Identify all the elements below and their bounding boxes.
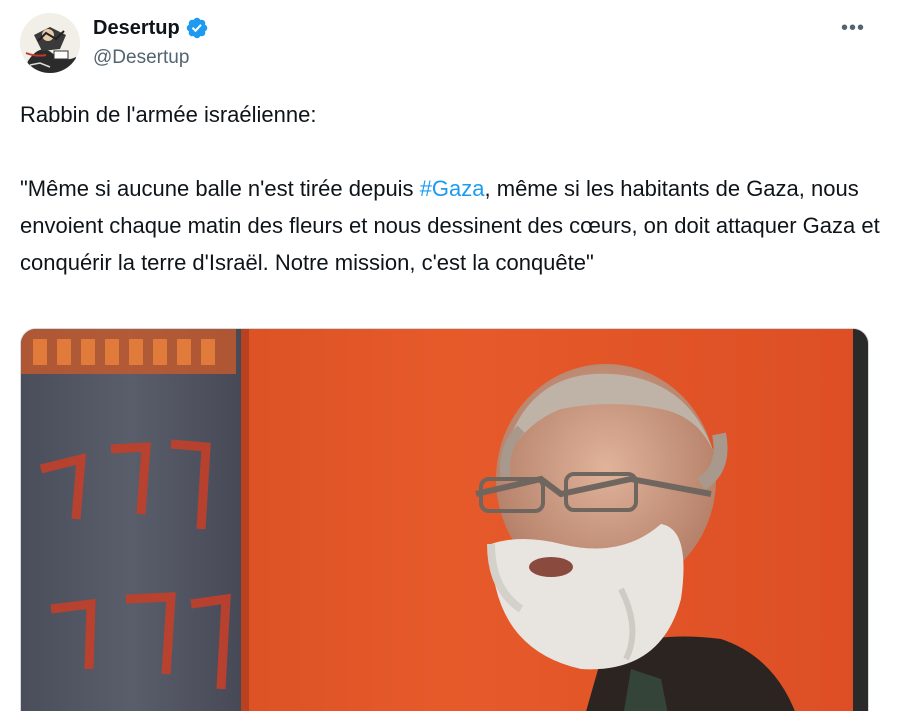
tweet-text: Rabbin de l'armée israélienne: "Même si … — [20, 96, 880, 281]
tweet-card: Desertup @Desertup ••• Rabbin de l'armée… — [0, 0, 906, 711]
author-avatar[interactable] — [20, 13, 80, 73]
more-options-icon[interactable]: ••• — [836, 14, 870, 42]
cartoon-avatar-icon — [20, 13, 80, 73]
tweet-line-intro: Rabbin de l'armée israélienne: — [20, 102, 317, 127]
verified-badge-icon — [185, 16, 209, 40]
author-name-row: Desertup — [93, 14, 209, 42]
tweet-quote: "Même si aucune balle n'est tirée depuis… — [20, 170, 880, 281]
video-thumbnail-image — [21, 329, 868, 711]
author-handle[interactable]: @Desertup — [93, 45, 189, 71]
hashtag-link[interactable]: #Gaza — [420, 176, 485, 201]
video-thumbnail[interactable] — [20, 328, 869, 711]
quote-before-hashtag: "Même si aucune balle n'est tirée depuis — [20, 176, 420, 201]
author-display-name[interactable]: Desertup — [93, 14, 180, 42]
